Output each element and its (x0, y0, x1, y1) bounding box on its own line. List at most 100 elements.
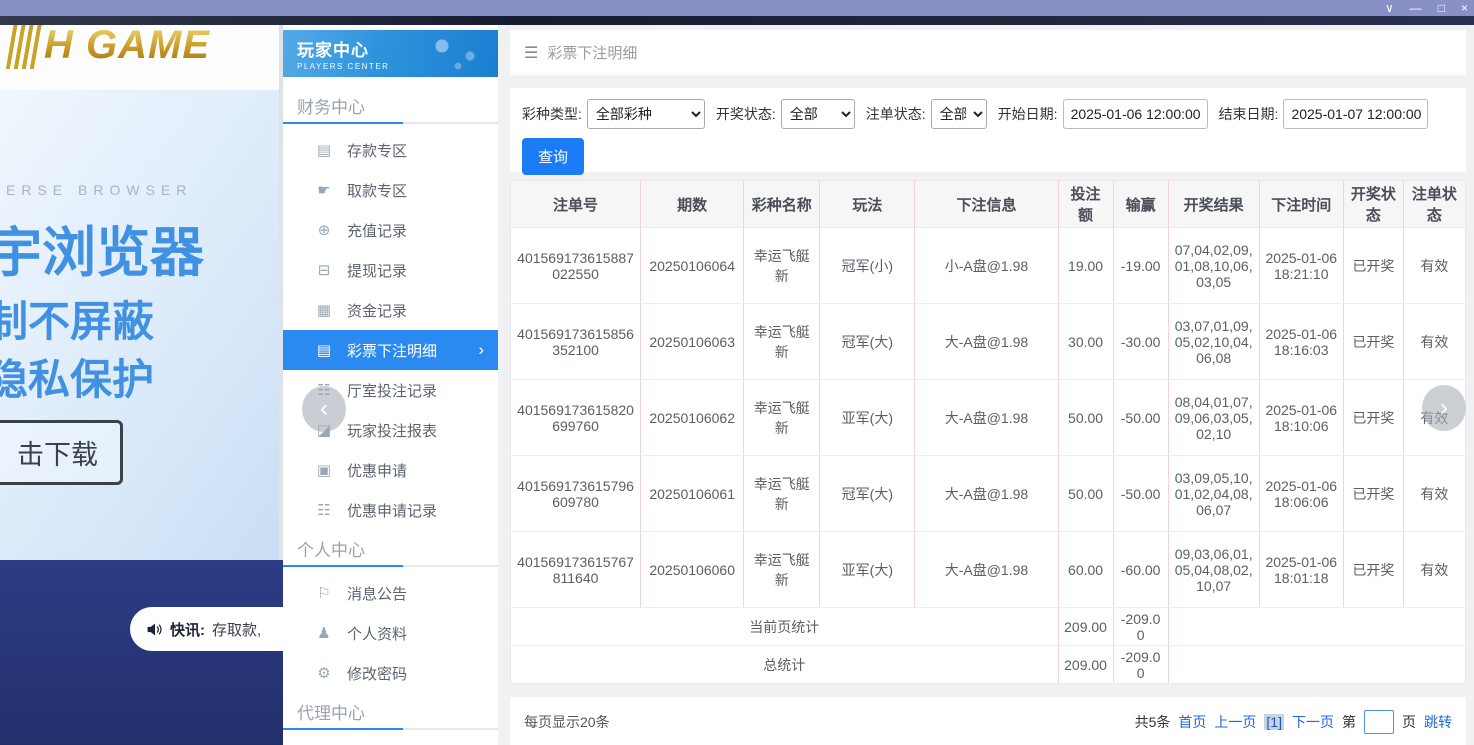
sidebar-item[interactable]: ▣优惠申请 (283, 450, 498, 490)
cell: 2025-01-06 18:16:03 (1259, 304, 1343, 380)
sidebar-item[interactable]: ☷ 优惠申请记录 (283, 490, 498, 530)
per-page-text: 每页显示20条 (524, 712, 610, 732)
scroll-prev-button[interactable]: ‹ (302, 386, 346, 432)
cell: 大-A盘@1.98 (915, 456, 1058, 532)
promo-record-icon: ☷ (315, 501, 333, 519)
sidebar-item[interactable]: ⊕充值记录 (283, 210, 498, 250)
next-page-link[interactable]: 下一页 (1292, 712, 1334, 732)
column-header: 彩种名称 (744, 181, 820, 228)
section-underline (283, 728, 498, 730)
cell: 冠军(大) (820, 456, 915, 532)
cell: -19.00 (1113, 228, 1168, 304)
column-header: 下注时间 (1259, 181, 1343, 228)
sidebar-item-label: 厅室投注记录 (347, 380, 437, 401)
sidebar-item[interactable]: ♟ 个人资料 (283, 613, 498, 653)
logo-bars-decoration (6, 21, 44, 69)
cell: 2025-01-06 18:21:10 (1259, 228, 1343, 304)
cell: -50.00 (1113, 456, 1168, 532)
player-center-sidebar: 玩家中心 PLAYERS CENTER 财务中心▤存款专区☛取款专区⊕充值记录⊟… (283, 24, 498, 745)
column-header: 开奖结果 (1168, 181, 1259, 228)
bet-detail-icon: ▤ (315, 341, 333, 359)
column-header: 下注信息 (915, 181, 1058, 228)
cell: 已开奖 (1343, 228, 1403, 304)
jump-page-input[interactable] (1364, 710, 1394, 734)
query-button[interactable]: 查询 (522, 138, 584, 175)
cell: 07,04,02,09,01,08,10,06,03,05 (1168, 228, 1259, 304)
minimize-icon[interactable]: — (1410, 1, 1422, 15)
cell: 冠军(小) (820, 228, 915, 304)
profile-icon: ♟ (315, 624, 333, 642)
page-dark-footer (0, 560, 283, 745)
table-row: 40156917361582069976020250106062幸运飞艇新亚军(… (511, 380, 1466, 456)
summary-bet-total: 209.00 (1058, 646, 1113, 684)
ticker-label: 快讯: (170, 619, 205, 640)
chevron-right-icon: › (478, 340, 484, 360)
cell: 20250106062 (641, 380, 744, 456)
sidebar-header: 玩家中心 PLAYERS CENTER (283, 30, 498, 77)
sidebar-item[interactable]: ▦资金记录 (283, 290, 498, 330)
sidebar-item[interactable]: ⚙修改密码 (283, 653, 498, 693)
lottery-type-select[interactable]: 全部彩种 (587, 99, 705, 129)
bell-icon: ⚐ (315, 584, 333, 602)
table-row: 40156917361579660978020250106061幸运飞艇新冠军(… (511, 456, 1466, 532)
close-icon[interactable]: × (1461, 1, 1468, 15)
cell: 有效 (1403, 228, 1465, 304)
sidebar-item[interactable]: ☛取款专区 (283, 170, 498, 210)
order-status-select[interactable]: 全部 (931, 99, 987, 129)
summary-empty (1168, 608, 1465, 646)
summary-label: 当前页统计 (511, 608, 1059, 646)
section-title: 代理中心 (283, 693, 498, 728)
cell: 2025-01-06 18:06:06 (1259, 456, 1343, 532)
bet-table-card: 注单号期数彩种名称玩法下注信息投注额输赢开奖结果下注时间开奖状态注单状态4015… (510, 180, 1466, 684)
first-page-link[interactable]: 首页 (1178, 712, 1206, 732)
cell: -60.00 (1113, 532, 1168, 608)
draw-status-label: 开奖状态: (716, 104, 776, 124)
download-button[interactable]: 击下载 (0, 420, 123, 485)
filter-panel: 彩种类型: 全部彩种 开奖状态: 全部 注单状态: 全部 开始日期: 结束日期:… (510, 88, 1466, 172)
maximize-icon[interactable]: □ (1438, 1, 1445, 15)
sidebar-item[interactable]: ⊟提现记录 (283, 250, 498, 290)
sidebar-item[interactable]: ▤ 彩票下注明细 › (283, 330, 498, 370)
cell: 20250106063 (641, 304, 744, 380)
sidebar-item-label: 优惠申请 (347, 460, 407, 481)
game-controller-graphic (430, 34, 490, 74)
jump-button[interactable]: 跳转 (1424, 712, 1452, 732)
cell: 已开奖 (1343, 532, 1403, 608)
window-titlebar: ∨ — □ × (0, 0, 1474, 16)
cell: 幸运飞艇新 (744, 380, 820, 456)
sidebar-item-label: 取款专区 (347, 180, 407, 201)
column-header: 玩法 (820, 181, 915, 228)
top-dark-strip (0, 16, 1474, 25)
sidebar-item[interactable]: ▤存款专区 (283, 130, 498, 170)
end-date-input[interactable] (1283, 99, 1428, 129)
gear-icon: ⚙ (315, 664, 333, 682)
draw-status-select[interactable]: 全部 (781, 99, 855, 129)
sidebar-item-label: 优惠申请记录 (347, 500, 437, 521)
logo-text: H GAME (44, 23, 210, 68)
cell: 已开奖 (1343, 304, 1403, 380)
cell: 401569173615767811640 (511, 532, 641, 608)
grand-summary-row: 总统计209.00-209.00 (511, 646, 1466, 684)
speaker-icon (146, 621, 163, 638)
sidebar-item-label: 个人资料 (347, 623, 407, 644)
scroll-next-button[interactable]: › (1422, 385, 1466, 431)
cell: 亚军(大) (820, 532, 915, 608)
table-row: 40156917361576781164020250106060幸运飞艇新亚军(… (511, 532, 1466, 608)
sidebar-item[interactable]: ⚐消息公告 (283, 573, 498, 613)
start-date-input[interactable] (1063, 99, 1208, 129)
order-status-label: 注单状态: (866, 104, 926, 124)
table-row: 40156917361588702255020250106064幸运飞艇新冠军(… (511, 228, 1466, 304)
hamburger-menu-icon[interactable]: ☰ (524, 43, 538, 63)
prev-page-link[interactable]: 上一页 (1214, 712, 1256, 732)
cell: 幸运飞艇新 (744, 456, 820, 532)
cell: 大-A盘@1.98 (915, 380, 1058, 456)
chevron-down-icon[interactable]: ∨ (1385, 1, 1394, 15)
summary-winloss-total: -209.00 (1113, 646, 1168, 684)
pagination-bar: 每页显示20条 共5条 首页 上一页 [1] 下一页 第 页 跳转 (510, 697, 1466, 745)
cell: 冠军(大) (820, 304, 915, 380)
sidebar-item-label: 彩票下注明细 (347, 340, 437, 361)
summary-label: 总统计 (511, 646, 1059, 684)
cell: 大-A盘@1.98 (915, 304, 1058, 380)
cell: 有效 (1403, 304, 1465, 380)
main-content: ☰ 彩票下注明细 彩种类型: 全部彩种 开奖状态: 全部 注单状态: 全部 开始… (498, 24, 1474, 745)
